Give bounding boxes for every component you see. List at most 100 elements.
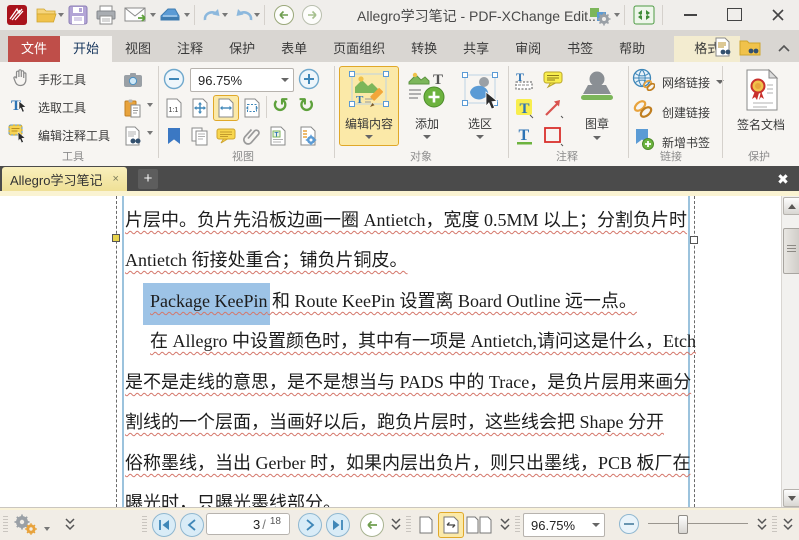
zoom-slider-minus-button[interactable] xyxy=(618,513,640,540)
find-document-icon[interactable] xyxy=(713,37,733,62)
email-dropdown-icon[interactable] xyxy=(150,13,156,17)
save-icon[interactable] xyxy=(66,3,90,27)
collapse-ribbon-icon[interactable] xyxy=(777,40,791,58)
underline-text-button[interactable]: T xyxy=(512,123,538,149)
two-page-button[interactable] xyxy=(463,512,495,538)
document-tab-close-icon[interactable]: × xyxy=(112,173,118,185)
tab-organize[interactable]: 页面组织 xyxy=(320,36,398,62)
last-page-button[interactable] xyxy=(326,513,350,537)
zoom-combo-dropdown-icon[interactable] xyxy=(281,78,289,82)
page-number-field[interactable]: 3 / 18 xyxy=(206,513,290,535)
selection-dropdown-icon[interactable] xyxy=(476,135,484,139)
fit-width-button[interactable] xyxy=(213,95,239,121)
print-icon[interactable] xyxy=(94,3,118,27)
status-zoom-dropdown-icon[interactable] xyxy=(592,523,600,527)
tab-comment[interactable]: 注释 xyxy=(164,36,216,62)
select-tool-button[interactable]: T 选取工具 xyxy=(4,94,86,120)
edit-content-button[interactable]: T 编辑内容 xyxy=(339,66,399,146)
redo-icon[interactable] xyxy=(232,3,256,27)
undo-icon[interactable] xyxy=(200,3,224,27)
vertical-scrollbar[interactable] xyxy=(781,196,799,507)
rotate-ccw-icon[interactable]: ↺ xyxy=(272,96,289,116)
edit-content-dropdown-icon[interactable] xyxy=(365,135,373,139)
zoom-slider-track[interactable] xyxy=(648,523,748,524)
status-options-button[interactable] xyxy=(10,513,40,540)
actual-size-button[interactable]: 1:1 xyxy=(161,95,187,121)
layout-chevron-icon[interactable] xyxy=(497,517,513,538)
nav-chevron-icon[interactable] xyxy=(388,517,404,538)
tab-review[interactable]: 审阅 xyxy=(502,36,554,62)
arrow-annotation-button[interactable] xyxy=(540,95,566,121)
tab-bar-close-icon[interactable]: ✖ xyxy=(773,169,793,189)
workspace-gear-icon[interactable] xyxy=(588,3,612,27)
fullscreen-icon[interactable] xyxy=(632,3,656,27)
typewriter-button[interactable]: T xyxy=(512,67,538,93)
edit-comment-tool-button[interactable]: 编辑注释工具 xyxy=(4,122,110,148)
fields-pane-button[interactable]: T xyxy=(265,123,291,149)
document-tab[interactable]: Allegro学习笔记 × xyxy=(2,167,127,191)
tab-view[interactable]: 视图 xyxy=(112,36,164,62)
email-icon[interactable] xyxy=(124,3,148,27)
add-object-dropdown-icon[interactable] xyxy=(423,135,431,139)
rotate-cw-icon[interactable]: ↻ xyxy=(298,96,315,116)
status-chevron-left-icon[interactable] xyxy=(62,517,78,538)
tab-file[interactable]: 文件 xyxy=(8,36,61,62)
zoom-slider-handle[interactable] xyxy=(678,515,688,534)
editbox-border-left[interactable] xyxy=(122,196,124,507)
previous-page-button[interactable] xyxy=(180,513,204,537)
create-link-button[interactable]: 创建链接 xyxy=(632,100,710,124)
tab-home[interactable]: 开始 xyxy=(60,36,113,62)
close-button[interactable] xyxy=(756,0,799,29)
search-dropdown-icon[interactable] xyxy=(147,131,153,135)
editbox-handle-left[interactable] xyxy=(112,234,120,242)
rectangle-annotation-button[interactable] xyxy=(540,123,566,149)
bookmarks-pane-button[interactable] xyxy=(161,123,187,149)
thumbnails-pane-button[interactable] xyxy=(187,123,213,149)
properties-pane-button[interactable] xyxy=(295,123,321,149)
add-object-button[interactable]: T 添加 xyxy=(401,66,453,146)
sign-document-button[interactable]: 签名文档 xyxy=(727,66,795,146)
ribbon-zoom-combo[interactable]: 96.75% xyxy=(190,68,294,92)
back-icon[interactable] xyxy=(272,3,296,27)
undo-dropdown-icon[interactable] xyxy=(222,13,228,17)
search-button[interactable] xyxy=(120,123,146,149)
forward-icon[interactable] xyxy=(300,3,324,27)
next-page-button[interactable] xyxy=(298,513,322,537)
scrollbar-thumb[interactable] xyxy=(783,228,799,274)
tab-share[interactable]: 共享 xyxy=(450,36,502,62)
maximize-button[interactable] xyxy=(712,0,756,29)
find-folder-icon[interactable] xyxy=(739,37,761,62)
status-zoom-combo[interactable]: 96.75% xyxy=(523,513,605,537)
fit-width-layout-button[interactable] xyxy=(438,512,464,538)
paste-dropdown-icon[interactable] xyxy=(147,103,153,107)
scanner-dropdown-icon[interactable] xyxy=(184,13,190,17)
zoom-out-button[interactable] xyxy=(163,68,185,95)
status-options-dropdown-icon[interactable] xyxy=(44,527,50,531)
scanner-icon[interactable] xyxy=(158,3,182,27)
snapshot-button[interactable] xyxy=(120,67,146,93)
zoom-in-button[interactable] xyxy=(298,68,320,95)
previous-view-button[interactable] xyxy=(360,513,384,537)
attachments-pane-button[interactable] xyxy=(239,123,265,149)
open-folder-icon[interactable] xyxy=(34,3,58,27)
open-dropdown-icon[interactable] xyxy=(58,13,64,17)
selection-button[interactable]: 选区 xyxy=(455,66,505,146)
tab-convert[interactable]: 转换 xyxy=(398,36,450,62)
fit-visible-button[interactable] xyxy=(239,95,265,121)
stamp-dropdown-icon[interactable] xyxy=(593,136,601,140)
workspace-dropdown-icon[interactable] xyxy=(614,13,620,17)
redo-dropdown-icon[interactable] xyxy=(254,13,260,17)
minimize-button[interactable] xyxy=(668,0,712,29)
new-tab-button[interactable]: + xyxy=(138,169,158,189)
comments-pane-button[interactable] xyxy=(213,123,239,149)
tab-form[interactable]: 表单 xyxy=(268,36,320,62)
status-chevron-right-icon[interactable] xyxy=(780,517,796,538)
highlight-text-button[interactable]: T xyxy=(512,95,538,121)
tab-bookmarks[interactable]: 书签 xyxy=(554,36,606,62)
sticky-note-button[interactable] xyxy=(540,67,566,93)
hand-tool-button[interactable]: 手形工具 xyxy=(4,66,86,92)
single-page-button[interactable] xyxy=(413,512,439,538)
scroll-up-button[interactable] xyxy=(783,197,799,215)
web-link-button[interactable]: 网络链接 xyxy=(632,68,725,94)
document-page[interactable]: 片层中。负片先沿板边画一圈 Antietch，宽度 0.5MM 以上；分割负片时… xyxy=(0,196,799,507)
